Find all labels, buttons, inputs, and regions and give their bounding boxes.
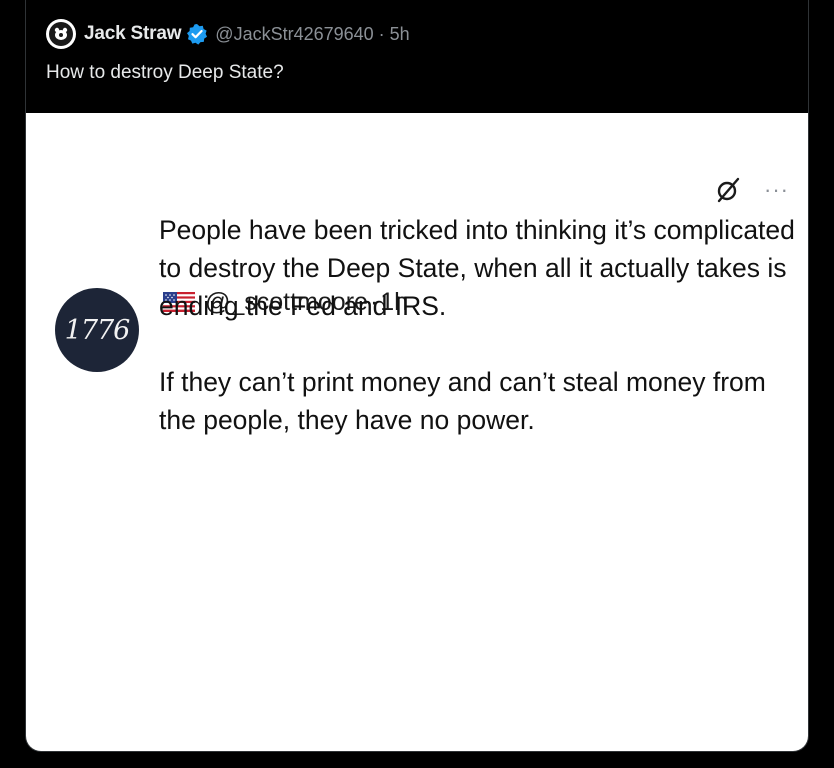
avatar[interactable] — [46, 19, 76, 49]
embedded-post-body: People have been tricked into thinking i… — [159, 211, 799, 439]
paragraph: People have been tricked into thinking i… — [159, 215, 795, 321]
tweet-card[interactable]: Jack Straw @JackStr42679640 · 5h How to … — [25, 0, 809, 752]
display-name[interactable]: Jack Straw — [84, 23, 181, 45]
bear-logo-icon — [54, 27, 68, 40]
grok-icon — [717, 177, 740, 203]
more-options-icon: ··· — [764, 177, 789, 202]
verified-badge-icon — [186, 23, 208, 45]
tweet-text: How to destroy Deep State? — [46, 62, 284, 83]
timestamp[interactable]: 5h — [390, 24, 410, 45]
embedded-avatar: 1776 — [55, 288, 139, 372]
tweet-header: Jack Straw @JackStr42679640 · 5h — [46, 16, 410, 52]
user-handle[interactable]: @JackStr42679640 — [215, 24, 373, 45]
separator-dot: · — [378, 23, 385, 44]
avatar-text: 1776 — [64, 314, 131, 346]
paragraph: If they can’t print money and can’t stea… — [159, 367, 766, 435]
